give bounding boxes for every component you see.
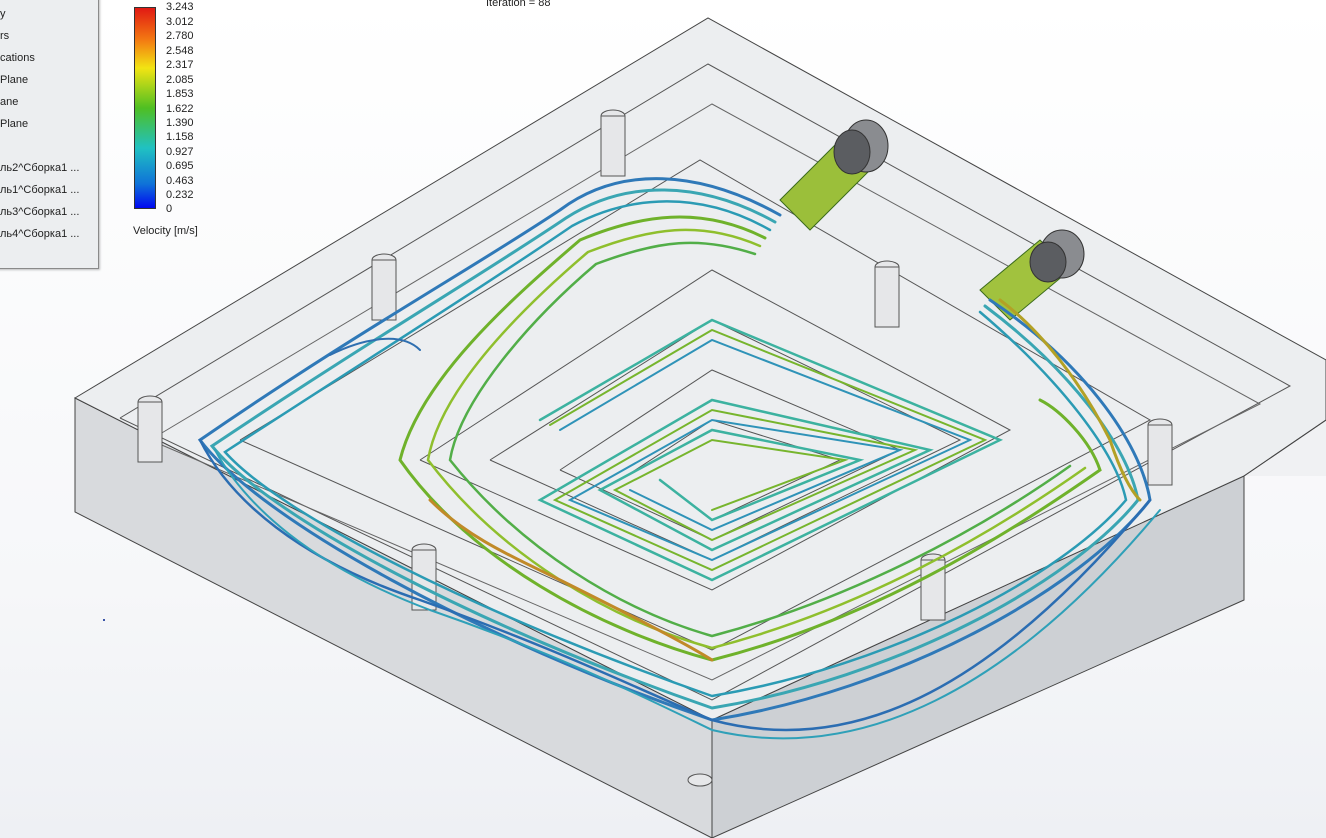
model-viewport[interactable]	[0, 0, 1326, 838]
